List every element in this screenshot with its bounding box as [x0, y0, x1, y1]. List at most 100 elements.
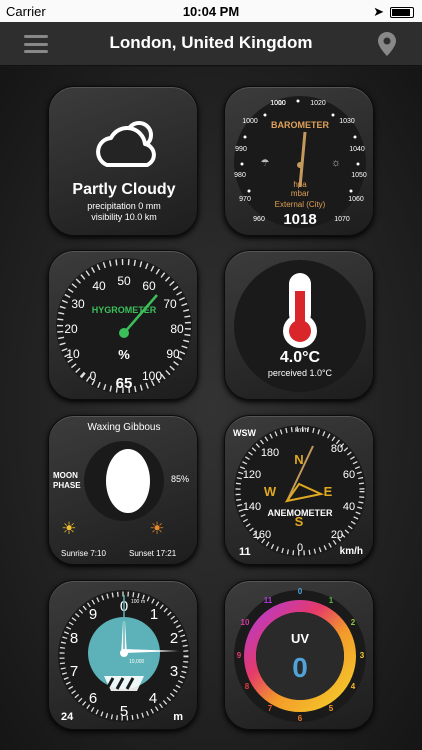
- hygro-tick: 70: [163, 297, 177, 311]
- sun-icon: ☼: [331, 157, 341, 169]
- location-arrow-icon: ➤: [373, 4, 384, 19]
- alt-tick: 4: [149, 690, 157, 707]
- uv-tick: 0: [298, 587, 303, 596]
- baro-tick: 980: [234, 172, 246, 179]
- visibility-text: visibility 10.0 km: [91, 212, 157, 222]
- baro-tick-1010: 1010: [270, 100, 286, 107]
- anemometer-label: ANEMOMETER: [268, 508, 334, 518]
- anemo-tick: 180: [261, 447, 279, 459]
- anemo-tick: 160: [253, 529, 271, 541]
- location-pin-icon[interactable]: [378, 32, 396, 56]
- hygro-tick: 90: [166, 347, 180, 361]
- baro-tick: 1030: [339, 118, 355, 125]
- hygro-tick: 20: [64, 322, 78, 336]
- status-bar: Carrier 10:04 PM ➤: [0, 0, 422, 22]
- precipitation-text: precipitation 0 mm: [87, 201, 161, 211]
- baro-tick: 960: [253, 216, 265, 223]
- anemo-tick: 80: [331, 443, 343, 455]
- uv-tick: 2: [351, 618, 356, 627]
- alt-small-mid: 10,000: [129, 659, 145, 665]
- hygro-tick: 100: [142, 369, 162, 383]
- alt-tick: 9: [89, 606, 97, 623]
- alt-tick: 8: [70, 630, 78, 647]
- barometer-tile[interactable]: 1000 1020 1000 1030 990 1040 980 1050 97…: [224, 86, 374, 236]
- battery-icon: [390, 6, 414, 18]
- hygro-tick: 60: [142, 279, 156, 293]
- anemo-tick: 120: [243, 469, 261, 481]
- baro-unit-hpa: hpa: [293, 180, 307, 189]
- uv-tick: 3: [360, 651, 365, 660]
- hygro-tick: 30: [71, 297, 85, 311]
- uv-gauge: 0 1 2 3 4 5 6 7 8 9 10 11 UV 0: [234, 587, 366, 723]
- hygro-tick: 0: [90, 369, 97, 383]
- baro-tick: 1020: [310, 100, 326, 107]
- clock: 10:04 PM: [182, 4, 240, 19]
- uv-tick: 10: [241, 618, 250, 627]
- anemo-tick: 60: [343, 469, 355, 481]
- anemo-unit-top: km/h: [295, 428, 309, 434]
- sunrise-icon: ☀: [61, 519, 76, 538]
- uv-value: 0: [292, 652, 308, 683]
- moon-icon: [106, 449, 150, 513]
- thermometer-tile[interactable]: 4.0°C perceived 1.0°C: [224, 250, 374, 400]
- baro-tick: 1050: [351, 172, 367, 179]
- baro-tick: 970: [239, 196, 251, 203]
- anemo-tick: 20: [331, 529, 343, 541]
- page-title: London, United Kingdom: [109, 33, 313, 52]
- weather-condition: Partly Cloudy: [72, 181, 176, 198]
- uv-tick: 9: [237, 651, 242, 660]
- moon-illumination: 85%: [170, 474, 189, 484]
- compass-e: E: [324, 484, 333, 499]
- uv-label: UV: [291, 631, 309, 646]
- hygrometer-gauge: 0 10 20 30 40 50 60 70 80 90 100 HYGROME…: [56, 258, 192, 394]
- uv-tile[interactable]: 0 1 2 3 4 5 6 7 8 9 10 11 UV 0: [224, 580, 374, 730]
- baro-tick: 1000: [242, 118, 258, 125]
- hygro-tick: 10: [66, 347, 80, 361]
- weather-tile[interactable]: Partly Cloudy precipitation 0 mm visibil…: [48, 86, 198, 236]
- baro-tick: 1060: [348, 196, 364, 203]
- altimeter-gauge: 0 1 2 3 4 5 6 7 8 9 100 m 10,000: [58, 590, 190, 722]
- uv-tick: 8: [245, 682, 250, 691]
- hygro-tick: 50: [117, 274, 131, 288]
- alt-tick: 6: [89, 690, 97, 707]
- uv-tick: 4: [351, 682, 356, 691]
- uv-tick: 11: [264, 596, 273, 605]
- anemometer-tile[interactable]: 0 20 40 60 80 160 140 120 180 N E S W AN…: [224, 415, 374, 565]
- barometer-label: BAROMETER: [271, 120, 329, 130]
- anemo-tick: 140: [243, 501, 261, 513]
- alt-tick: 2: [170, 630, 178, 647]
- wind-speed-unit: km/h: [339, 546, 363, 557]
- wind-direction: WSW: [233, 428, 256, 438]
- uv-tick: 6: [298, 714, 303, 723]
- perceived-temperature: perceived 1.0°C: [267, 368, 333, 378]
- uv-tick: 7: [268, 704, 273, 713]
- alt-tick: 5: [120, 703, 128, 720]
- anemometer-gauge: 0 20 40 60 80 160 140 120 180 N E S W AN…: [234, 425, 366, 557]
- hygro-tick: 40: [92, 279, 106, 293]
- baro-tick: 1040: [349, 146, 365, 153]
- wind-speed-value: 11: [239, 546, 251, 558]
- alt-small-top: 100: [131, 599, 140, 605]
- baro-tick: 990: [235, 146, 247, 153]
- sunset-time: Sunset 17:21: [129, 549, 177, 558]
- baro-source: External (City): [275, 200, 326, 209]
- temperature-value: 4.0°C: [279, 349, 321, 366]
- moon-label-1: MOON: [53, 471, 78, 480]
- baro-tick: 1070: [334, 216, 350, 223]
- sunset-icon: ☀: [149, 519, 164, 538]
- moon-phase-tile[interactable]: Waxing Gibbous ☀ ☀ MOON PHASE 85% Sunris…: [48, 415, 198, 565]
- altitude-unit: m: [173, 711, 183, 723]
- thermometer-gauge: [234, 260, 366, 392]
- baro-unit-mbar: mbar: [291, 189, 310, 198]
- moon-gauge: ☀ ☀: [61, 441, 165, 538]
- hygro-unit: %: [118, 347, 130, 362]
- hygrometer-tile[interactable]: 0 10 20 30 40 50 60 70 80 90 100 HYGROME…: [48, 250, 198, 400]
- anemo-tick: 40: [343, 501, 355, 513]
- baro-value: 1018: [283, 211, 316, 228]
- hygro-tick: 80: [170, 322, 184, 336]
- altimeter-tile[interactable]: 0 1 2 3 4 5 6 7 8 9 100 m 10,000 2 4 m: [48, 580, 198, 730]
- anemo-tick: 0: [297, 542, 303, 554]
- hygro-value: 65: [116, 375, 133, 392]
- uv-tick: 1: [329, 596, 334, 605]
- compass-n: N: [294, 452, 303, 467]
